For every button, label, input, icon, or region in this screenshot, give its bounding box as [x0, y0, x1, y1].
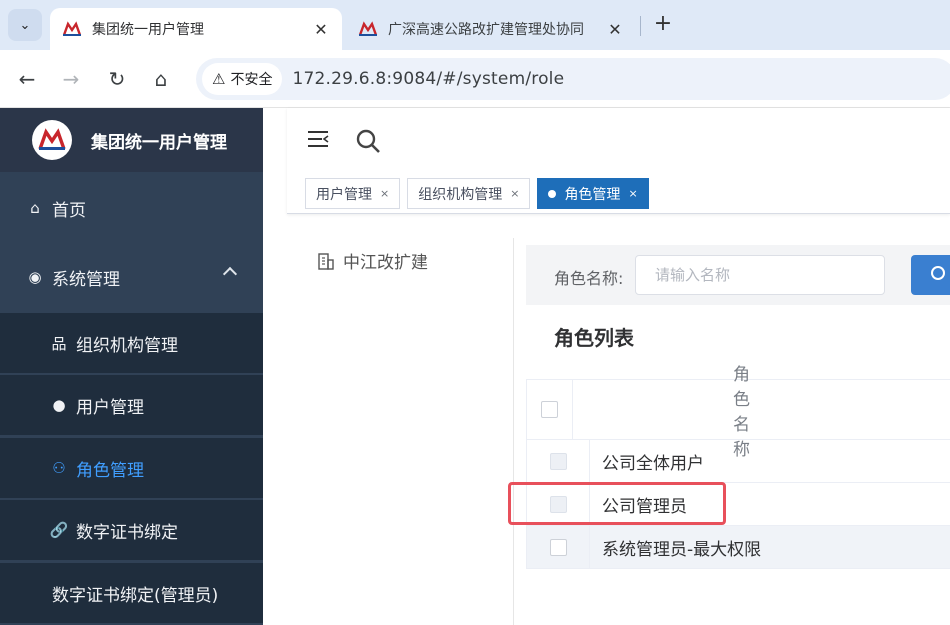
org-tree-node[interactable]: 中江改扩建 — [317, 248, 428, 273]
close-icon[interactable]: × — [510, 187, 519, 200]
role-icon: ⚇ — [52, 459, 66, 477]
sidebar-item-label: 系统管理 — [52, 269, 120, 290]
role-name-input[interactable] — [635, 255, 885, 295]
sidebar-item-label: 角色管理 — [76, 460, 144, 481]
sidebar-item-label: 用户管理 — [76, 397, 144, 418]
active-dot-icon — [548, 189, 557, 198]
brand-title: 集团统一用户管理 — [91, 132, 227, 153]
warning-icon: ⚠ — [212, 70, 226, 88]
tag-org[interactable]: 组织机构管理 × — [407, 178, 531, 209]
security-indicator[interactable]: ⚠ 不安全 — [202, 63, 283, 95]
close-icon[interactable]: × — [380, 187, 389, 200]
pane-divider — [513, 238, 514, 625]
sidebar-item-label: 数字证书绑定 — [76, 522, 178, 543]
tag-roles[interactable]: 角色管理 × — [537, 178, 649, 209]
home-button-icon[interactable]: ⌂ — [146, 64, 176, 94]
sidebar: 集团统一用户管理 ⌂ 首页 ◉ 系统管理 品 组织机构管理 ● 用户管理 ⚇ 角… — [0, 108, 263, 625]
company-logo-icon — [62, 21, 82, 36]
row-checkbox[interactable] — [549, 452, 567, 470]
role-name-label: 角色名称: — [554, 269, 624, 288]
browser-tab-active[interactable]: 集团统一用户管理 ✕ — [50, 8, 342, 50]
sidebar-item-roles[interactable]: ⚇ 角色管理 — [0, 438, 263, 498]
select-all-cell — [527, 380, 573, 439]
tag-label: 组织机构管理 — [418, 186, 503, 203]
link-icon: 🔗 — [49, 521, 69, 539]
tab-search-button[interactable]: ⌄ — [8, 9, 42, 41]
tree-node-label: 中江改扩建 — [343, 253, 428, 273]
search-button[interactable] — [911, 255, 950, 295]
settings-circle-icon: ◉ — [28, 268, 42, 286]
main-content: 用户管理 × 组织机构管理 × 角色管理 × 中江改扩建 角色名称: 请输入名称… — [263, 108, 950, 625]
close-icon[interactable]: × — [628, 187, 637, 200]
search-panel: 角色名称: — [526, 245, 950, 305]
brand-logo-icon — [32, 120, 72, 160]
sidebar-item-org[interactable]: 品 组织机构管理 — [0, 313, 263, 373]
sidebar-item-system[interactable]: ◉ 系统管理 — [0, 247, 263, 307]
search-icon[interactable] — [355, 128, 381, 154]
sidebar-item-cert[interactable]: 🔗 数字证书绑定 — [0, 500, 263, 560]
tab-title: 广深高速公路改扩建管理处协同 — [388, 22, 584, 38]
table-row[interactable]: 系统管理员-最大权限 — [527, 526, 950, 569]
table-row[interactable]: 公司全体用户 — [527, 440, 950, 483]
tab-separator — [640, 16, 641, 36]
user-icon: ● — [52, 396, 66, 414]
role-name-cell: 公司全体用户 — [602, 453, 704, 474]
omnibox[interactable]: ⚠ 不安全 172.29.6.8:9084/#/system/role — [196, 58, 950, 100]
chevron-up-icon — [222, 266, 238, 282]
security-text: 不安全 — [230, 72, 273, 88]
home-icon: ⌂ — [30, 199, 40, 217]
close-tab-icon[interactable]: ✕ — [606, 20, 624, 39]
select-all-checkbox[interactable] — [541, 401, 558, 418]
browser-tab-inactive[interactable]: 广深高速公路改扩建管理处协同 ✕ — [346, 8, 636, 50]
tag-label: 用户管理 — [316, 186, 372, 203]
tab-title: 集团统一用户管理 — [92, 22, 204, 38]
annotation-highlight-box — [508, 482, 726, 525]
sidebar-item-users[interactable]: ● 用户管理 — [0, 375, 263, 435]
sidebar-item-cert-admin[interactable]: 数字证书绑定(管理员) — [0, 563, 263, 623]
search-icon — [931, 266, 945, 280]
close-tab-icon[interactable]: ✕ — [312, 20, 330, 39]
row-checkbox[interactable] — [549, 538, 567, 556]
column-header-role-name: 角色名称 — [733, 364, 750, 460]
sidebar-item-home[interactable]: ⌂ 首页 — [0, 178, 263, 238]
sidebar-item-label: 组织机构管理 — [76, 335, 178, 356]
tags-view: 用户管理 × 组织机构管理 × 角色管理 × — [305, 178, 656, 209]
forward-arrow-icon[interactable]: → — [56, 64, 86, 94]
address-bar-row: ← → ↻ ⌂ ⚠ 不安全 172.29.6.8:9084/#/system/r… — [0, 50, 950, 108]
chevron-down-icon: ⌄ — [19, 17, 31, 33]
table-header: 角色名称 — [527, 364, 950, 460]
back-arrow-icon[interactable]: ← — [12, 64, 42, 94]
role-name-cell: 系统管理员-最大权限 — [602, 539, 762, 560]
sidebar-item-label: 首页 — [52, 200, 86, 221]
top-navbar: 用户管理 × 组织机构管理 × 角色管理 × — [287, 108, 950, 214]
brand-header: 集团统一用户管理 — [0, 108, 263, 172]
reload-icon[interactable]: ↻ — [102, 64, 132, 94]
url-text[interactable]: 172.29.6.8:9084/#/system/role — [292, 69, 564, 89]
company-logo-icon — [358, 21, 378, 36]
menu-fold-icon[interactable] — [308, 130, 330, 150]
sidebar-item-label: 数字证书绑定(管理员) — [52, 585, 219, 606]
tag-users[interactable]: 用户管理 × — [305, 178, 401, 209]
browser-tab-bar: ⌄ 集团统一用户管理 ✕ 广深高速公路改扩建管理处协同 ✕ + — [0, 0, 950, 50]
row-check-cell — [527, 526, 590, 568]
new-tab-button[interactable]: + — [650, 12, 676, 38]
tag-label: 角色管理 — [564, 186, 621, 203]
org-tree-icon: 品 — [51, 334, 67, 353]
list-title: 角色列表 — [554, 326, 634, 350]
role-table: 角色名称 公司全体用户 公司管理员 系统管理员-最大权限 — [526, 364, 950, 569]
building-icon — [318, 252, 334, 270]
row-check-cell — [527, 440, 590, 482]
